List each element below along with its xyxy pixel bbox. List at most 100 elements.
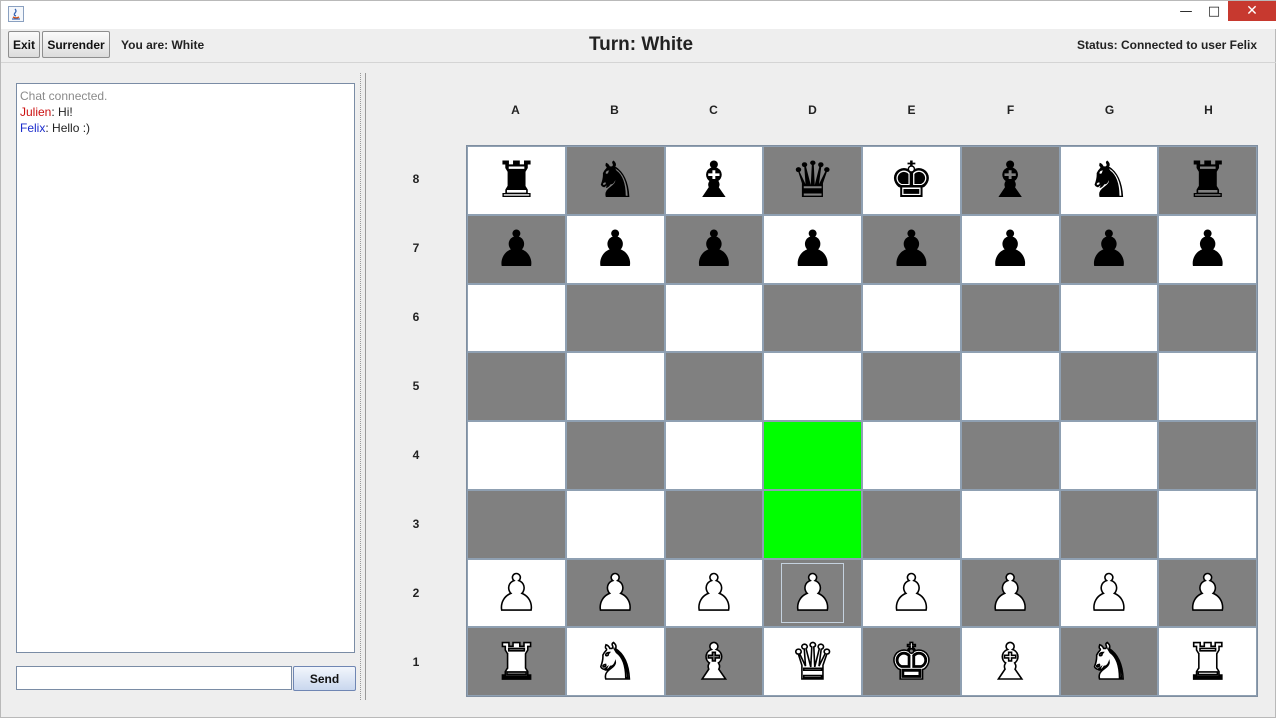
black-bishop-icon[interactable]: ♝ — [691, 155, 736, 205]
square-b2[interactable]: ♟ — [565, 558, 665, 628]
square-a3[interactable] — [467, 489, 566, 559]
square-h7[interactable]: ♟ — [1158, 214, 1257, 284]
square-b3[interactable] — [565, 489, 665, 559]
white-pawn-icon[interactable]: ♟ — [493, 567, 539, 619]
square-d1[interactable]: ♛ — [763, 627, 862, 696]
square-c3[interactable] — [664, 489, 764, 559]
white-pawn-icon[interactable]: ♟ — [1086, 567, 1132, 619]
white-knight-icon[interactable]: ♞ — [1086, 636, 1132, 688]
black-pawn-icon[interactable]: ♟ — [889, 224, 934, 274]
black-queen-icon[interactable]: ♛ — [790, 155, 835, 205]
square-h2[interactable]: ♟ — [1158, 558, 1257, 628]
square-h4[interactable] — [1158, 421, 1257, 490]
minimize-button[interactable]: — — [1171, 1, 1201, 21]
square-b4[interactable] — [565, 421, 665, 490]
black-pawn-icon[interactable]: ♟ — [1086, 224, 1131, 274]
square-f2[interactable]: ♟ — [960, 558, 1060, 628]
square-f4[interactable] — [960, 421, 1060, 490]
square-g2[interactable]: ♟ — [1059, 558, 1159, 628]
white-queen-icon[interactable]: ♛ — [789, 636, 835, 688]
square-e1[interactable]: ♚ — [862, 627, 961, 696]
square-c2[interactable]: ♟ — [664, 558, 764, 628]
square-d2[interactable]: ♟ — [763, 558, 862, 628]
exit-button[interactable]: Exit — [8, 31, 40, 58]
square-b6[interactable] — [565, 283, 665, 353]
square-f7[interactable]: ♟ — [960, 214, 1060, 284]
white-pawn-icon[interactable]: ♟ — [789, 567, 835, 619]
split-pane-divider[interactable] — [360, 73, 366, 700]
black-pawn-icon[interactable]: ♟ — [691, 224, 736, 274]
square-d7[interactable]: ♟ — [763, 214, 862, 284]
square-f1[interactable]: ♝ — [960, 627, 1060, 696]
black-pawn-icon[interactable]: ♟ — [790, 224, 835, 274]
white-pawn-icon[interactable]: ♟ — [987, 567, 1033, 619]
square-a4[interactable] — [467, 421, 566, 490]
black-knight-icon[interactable]: ♞ — [593, 155, 638, 205]
square-d6[interactable] — [763, 283, 862, 353]
black-knight-icon[interactable]: ♞ — [1086, 155, 1131, 205]
square-e5[interactable] — [862, 352, 961, 421]
chess-board[interactable]: ♜ ♞ ♝ ♛ ♚ ♝ ♞ ♜ ♟ ♟ ♟ ♟ ♟ ♟ ♟ ♟ ♟ ♟ ♟ ♟ ♟ ♟ ♟ ♟ ♜ ♞ ♝ ♛ ♚ ♝ ♞ ♜ — [466, 145, 1258, 697]
square-e7[interactable]: ♟ — [862, 214, 961, 284]
black-rook-icon[interactable]: ♜ — [494, 155, 539, 205]
square-g4[interactable] — [1059, 421, 1159, 490]
square-g7[interactable]: ♟ — [1059, 214, 1159, 284]
send-button[interactable]: Send — [293, 666, 356, 691]
square-b1[interactable]: ♞ — [565, 627, 665, 696]
square-c7[interactable]: ♟ — [664, 214, 764, 284]
square-g6[interactable] — [1059, 283, 1159, 353]
square-b8[interactable]: ♞ — [565, 146, 665, 215]
chat-log[interactable]: Chat connected. Julien: Hi! Felix: Hello… — [16, 83, 355, 653]
maximize-button[interactable]: □ — [1199, 1, 1229, 21]
black-pawn-icon[interactable]: ♟ — [494, 224, 539, 274]
square-f5[interactable] — [960, 352, 1060, 421]
black-king-icon[interactable]: ♚ — [889, 155, 934, 205]
square-g3[interactable] — [1059, 489, 1159, 559]
square-b7[interactable]: ♟ — [565, 214, 665, 284]
square-h3[interactable] — [1158, 489, 1257, 559]
white-pawn-icon[interactable]: ♟ — [691, 567, 737, 619]
square-c8[interactable]: ♝ — [664, 146, 764, 215]
square-f6[interactable] — [960, 283, 1060, 353]
square-a5[interactable] — [467, 352, 566, 421]
black-pawn-icon[interactable]: ♟ — [593, 224, 638, 274]
surrender-button[interactable]: Surrender — [42, 31, 110, 58]
square-b5[interactable] — [565, 352, 665, 421]
square-a2[interactable]: ♟ — [467, 558, 566, 628]
square-a6[interactable] — [467, 283, 566, 353]
white-bishop-icon[interactable]: ♝ — [691, 636, 737, 688]
square-a8[interactable]: ♜ — [467, 146, 566, 215]
square-c5[interactable] — [664, 352, 764, 421]
black-pawn-icon[interactable]: ♟ — [1185, 224, 1230, 274]
square-d4[interactable] — [763, 421, 862, 490]
square-d5[interactable] — [763, 352, 862, 421]
square-a7[interactable]: ♟ — [467, 214, 566, 284]
square-f8[interactable]: ♝ — [960, 146, 1060, 215]
square-e3[interactable] — [862, 489, 961, 559]
white-pawn-icon[interactable]: ♟ — [592, 567, 638, 619]
black-pawn-icon[interactable]: ♟ — [988, 224, 1033, 274]
black-rook-icon[interactable]: ♜ — [1185, 155, 1230, 205]
black-bishop-icon[interactable]: ♝ — [988, 155, 1033, 205]
chat-message-input[interactable] — [16, 666, 292, 690]
square-e2[interactable]: ♟ — [862, 558, 961, 628]
square-d8[interactable]: ♛ — [763, 146, 862, 215]
square-e8[interactable]: ♚ — [862, 146, 961, 215]
square-c4[interactable] — [664, 421, 764, 490]
square-h5[interactable] — [1158, 352, 1257, 421]
square-f3[interactable] — [960, 489, 1060, 559]
white-pawn-icon[interactable]: ♟ — [888, 567, 934, 619]
square-a1[interactable]: ♜ — [467, 627, 566, 696]
white-king-icon[interactable]: ♚ — [888, 636, 934, 688]
white-rook-icon[interactable]: ♜ — [1184, 636, 1230, 688]
square-e4[interactable] — [862, 421, 961, 490]
square-h1[interactable]: ♜ — [1158, 627, 1257, 696]
square-c6[interactable] — [664, 283, 764, 353]
square-e6[interactable] — [862, 283, 961, 353]
square-h8[interactable]: ♜ — [1158, 146, 1257, 215]
white-knight-icon[interactable]: ♞ — [592, 636, 638, 688]
square-g5[interactable] — [1059, 352, 1159, 421]
square-g8[interactable]: ♞ — [1059, 146, 1159, 215]
white-pawn-icon[interactable]: ♟ — [1184, 567, 1230, 619]
square-c1[interactable]: ♝ — [664, 627, 764, 696]
